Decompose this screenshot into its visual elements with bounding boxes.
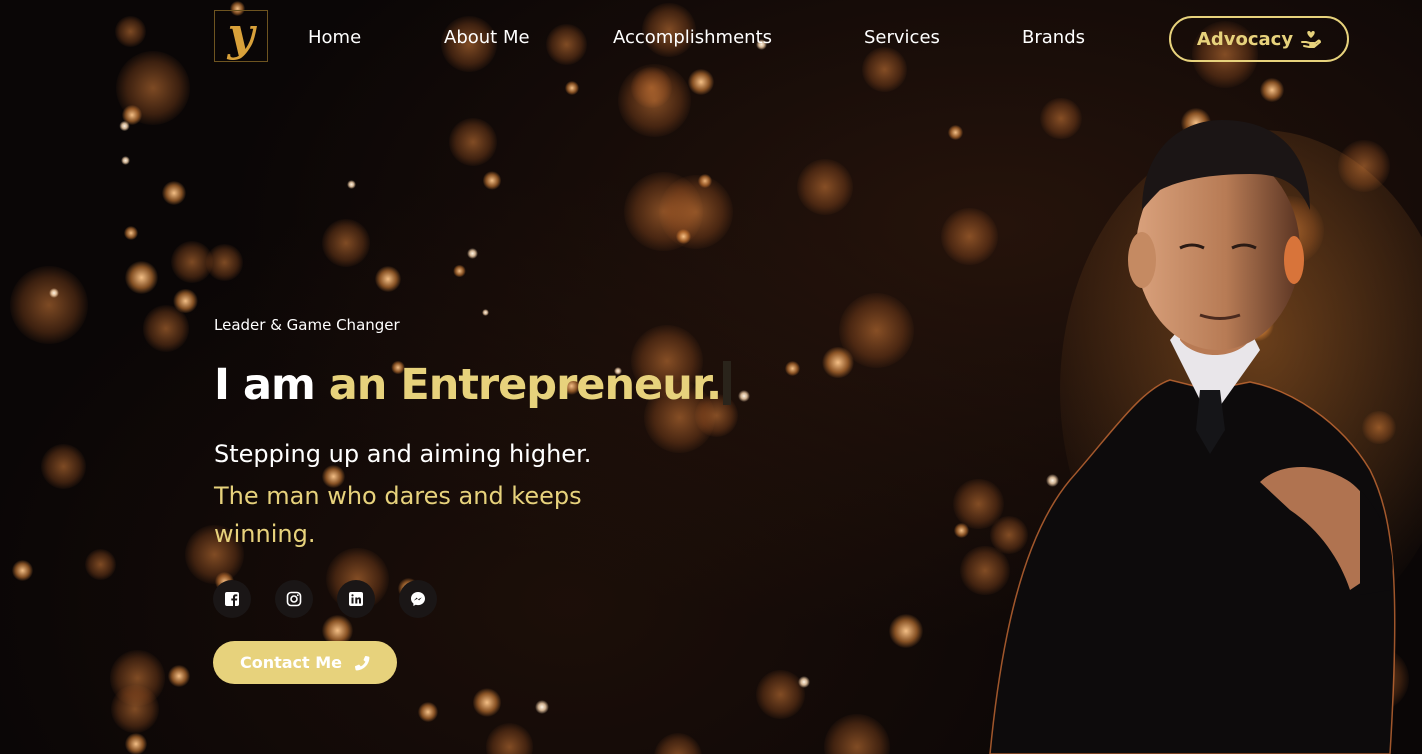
hero-subtitle-line2: The man who dares and keeps winning.	[214, 482, 582, 548]
bokeh-light	[449, 117, 497, 166]
bokeh-light	[205, 243, 244, 281]
bokeh-light	[123, 225, 138, 241]
bokeh-light	[375, 265, 402, 292]
bokeh-light	[41, 444, 87, 490]
bokeh-light	[161, 180, 186, 205]
portrait-photo	[989, 120, 1422, 754]
hero-headline: I am an Entrepreneur.	[214, 360, 732, 410]
bokeh-light	[9, 266, 88, 345]
bokeh-light	[658, 174, 734, 249]
bokeh-light	[535, 700, 549, 714]
bokeh-light	[111, 685, 159, 733]
bokeh-light	[472, 688, 502, 717]
linkedin-link[interactable]	[337, 580, 375, 618]
top-navigation: y Home About Me Accomplishments Services…	[0, 0, 1422, 78]
phone-icon	[354, 655, 370, 670]
headline-highlight: an Entrepreneur.	[328, 360, 722, 410]
bokeh-light	[347, 180, 356, 190]
bokeh-light	[125, 260, 158, 294]
typing-cursor	[723, 361, 732, 405]
hand-holding-heart-icon	[1301, 31, 1322, 48]
site-logo[interactable]: y	[214, 10, 268, 62]
advocacy-button[interactable]: Advocacy	[1169, 16, 1349, 62]
nav-home-link[interactable]: Home	[308, 27, 361, 48]
nav-services-link[interactable]: Services	[864, 27, 940, 48]
hero-subtitle-line1: Stepping up and aiming higher.	[214, 440, 592, 468]
bokeh-light	[485, 723, 534, 754]
bokeh-light	[797, 159, 854, 216]
instagram-link[interactable]	[275, 580, 313, 618]
bokeh-light	[142, 305, 190, 352]
nav-accomplishments-link[interactable]: Accomplishments	[613, 27, 772, 48]
nav-brands-link[interactable]: Brands	[1022, 27, 1085, 48]
bokeh-light	[84, 548, 117, 581]
messenger-icon	[411, 592, 425, 606]
bokeh-light	[453, 264, 466, 278]
bokeh-light	[125, 733, 147, 754]
headline-prefix: I am	[214, 360, 316, 410]
facebook-icon	[225, 592, 239, 606]
bokeh-light	[784, 360, 801, 377]
hero-tagline: Leader & Game Changer	[214, 316, 400, 334]
advocacy-label: Advocacy	[1196, 28, 1294, 50]
bokeh-light	[168, 665, 190, 687]
logo-letter: y	[227, 7, 255, 61]
contact-me-button[interactable]: Contact Me	[213, 641, 397, 684]
social-links	[213, 580, 437, 618]
bokeh-light	[653, 732, 703, 754]
bokeh-light	[418, 702, 439, 723]
bokeh-light	[322, 219, 371, 267]
contact-me-label: Contact Me	[239, 653, 343, 672]
bokeh-light	[467, 248, 478, 260]
messenger-link[interactable]	[399, 580, 437, 618]
bokeh-light	[798, 676, 811, 689]
bokeh-light	[755, 670, 805, 720]
bokeh-light	[738, 390, 751, 403]
bokeh-light	[11, 559, 33, 581]
bokeh-light	[564, 80, 579, 95]
nav-about-link[interactable]: About Me	[444, 27, 530, 48]
facebook-link[interactable]	[213, 580, 251, 618]
linkedin-icon	[349, 592, 363, 606]
bokeh-light	[120, 155, 130, 166]
bokeh-light	[483, 171, 502, 190]
bokeh-light	[481, 308, 490, 317]
instagram-icon	[286, 591, 302, 607]
